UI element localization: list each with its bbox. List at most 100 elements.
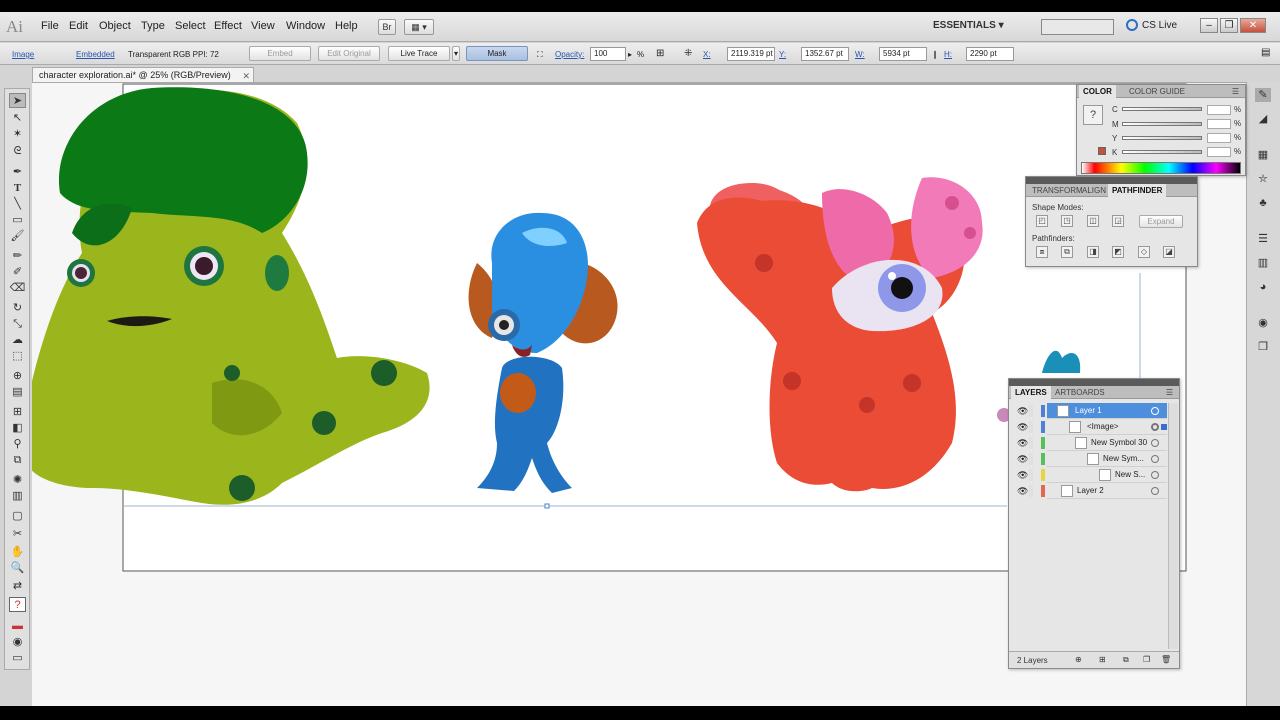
visibility-eye-icon[interactable]: 👁 [1017,438,1028,448]
type-tool-icon[interactable]: T [9,181,26,196]
lock-toggle[interactable] [1029,405,1033,417]
mesh-tool-icon[interactable]: ⊞ [9,405,26,420]
layer-row[interactable]: 👁 Layer 1 [1011,403,1167,419]
color-mode-icon[interactable]: ▬ [9,619,26,634]
tab-color[interactable]: COLOR [1079,85,1116,98]
gradient-tool-icon[interactable]: ◧ [9,421,26,436]
outline-icon[interactable]: ◇ [1138,246,1150,258]
minus-back-icon[interactable]: ◪ [1163,246,1175,258]
opacity-input[interactable]: 100 [590,47,626,61]
lasso-tool-icon[interactable]: ᘓ [9,144,26,159]
target-icon[interactable] [1151,407,1159,415]
visibility-eye-icon[interactable]: 👁 [1017,422,1028,432]
appearance-dock-icon[interactable]: ◉ [1255,316,1271,330]
opacity-label[interactable]: Opacity: [555,50,584,59]
brushes-dock-icon[interactable]: ⛥ [1255,172,1271,186]
minus-front-icon[interactable]: ◳ [1061,215,1073,227]
y-slider[interactable] [1122,136,1202,140]
pencil-tool-icon[interactable]: ✏ [9,249,26,264]
close-button[interactable]: ✕ [1240,18,1266,33]
menu-file[interactable]: File [41,20,59,32]
image-link[interactable]: Image [12,50,34,59]
intersect-icon[interactable]: ◫ [1087,215,1099,227]
visibility-eye-icon[interactable]: 👁 [1017,454,1028,464]
tab-layers[interactable]: LAYERS [1011,386,1051,399]
c-slider[interactable] [1122,107,1202,111]
rotate-tool-icon[interactable]: ↻ [9,301,26,316]
menu-help[interactable]: Help [335,20,358,32]
mask-button[interactable]: Mask [466,46,528,61]
cs-live-button[interactable]: CS Live [1142,20,1177,31]
c-input[interactable] [1207,105,1231,115]
tab-artboards[interactable]: ARTBOARDS [1051,386,1109,399]
edit-original-button[interactable]: Edit Original [318,46,380,61]
y-input-color[interactable] [1207,133,1231,143]
w-input[interactable]: 5934 pt [879,47,927,61]
embed-button[interactable]: Embed [249,46,311,61]
trim-icon[interactable]: ⧉ [1061,246,1073,258]
paintbrush-tool-icon[interactable]: 🖌 [9,229,26,244]
divide-icon[interactable]: ⧈ [1036,246,1048,258]
expand-button[interactable]: Expand [1139,215,1183,228]
shape-builder-tool-icon[interactable]: ⊕ [9,369,26,384]
lock-toggle[interactable] [1029,485,1033,497]
unite-icon[interactable]: ◰ [1036,215,1048,227]
slice-tool-icon[interactable]: ✂ [9,527,26,542]
crop-icon[interactable]: ◩ [1112,246,1124,258]
eyedropper-tool-icon[interactable]: ⚲ [9,437,26,452]
stroke-dock-icon[interactable]: ☰ [1255,232,1271,246]
layer-row[interactable]: 👁 <Image> [1011,419,1167,435]
pathfinder-titlebar[interactable] [1026,177,1197,184]
live-trace-button[interactable]: Live Trace [388,46,450,61]
visibility-eye-icon[interactable]: 👁 [1017,470,1028,480]
make-clipping-mask-icon[interactable]: ⊞ [1099,655,1106,664]
panel-menu-icon[interactable]: ▤ [1261,47,1270,58]
gradient-dock-icon[interactable]: ▥ [1255,256,1271,270]
selection-tool-icon[interactable]: ➤ [9,93,26,108]
screen-mode-icon[interactable]: ▭ [9,651,26,666]
tab-align[interactable]: ALIGN [1078,184,1110,197]
column-graph-tool-icon[interactable]: ▥ [9,489,26,504]
live-trace-options-button[interactable]: ▾ [452,46,460,61]
symbols-dock-icon[interactable]: ♣ [1255,196,1271,210]
y-input[interactable]: 1352.67 pt [801,47,849,61]
rectangle-tool-icon[interactable]: ▭ [9,213,26,228]
m-slider[interactable] [1122,122,1202,126]
lock-toggle[interactable] [1029,453,1033,465]
merge-icon[interactable]: ◨ [1087,246,1099,258]
magic-wand-tool-icon[interactable]: ✶ [9,127,26,142]
target-icon[interactable] [1151,471,1159,479]
drawing-mode-icon[interactable]: ◉ [9,635,26,650]
bridge-button[interactable]: Br [378,19,396,35]
menu-type[interactable]: Type [141,20,165,32]
layers-panel-menu-icon[interactable]: ☰ [1162,386,1177,399]
x-input[interactable]: 2119.319 pt [727,47,775,61]
tab-pathfinder[interactable]: PATHFINDER [1108,184,1167,197]
layer-row[interactable]: 👁 Layer 2 [1011,483,1167,499]
layer-row[interactable]: 👁 New Sym... [1011,451,1167,467]
last-color-swatch[interactable] [1098,147,1106,155]
visibility-eye-icon[interactable]: 👁 [1017,406,1028,416]
swap-fill-stroke-icon[interactable]: ⇄ [9,579,26,594]
search-help-input[interactable] [1041,19,1114,35]
pen-tool-icon[interactable]: ✒ [9,165,26,180]
free-transform-tool-icon[interactable]: ⬚ [9,349,26,364]
h-input[interactable]: 2290 pt [966,47,1014,61]
fill-stroke-none-icon[interactable]: ? [9,597,26,612]
locate-object-icon[interactable]: ⊕ [1075,655,1082,664]
menu-window[interactable]: Window [286,20,325,32]
target-icon[interactable] [1151,423,1159,431]
layers-titlebar[interactable] [1009,379,1179,386]
align-icon[interactable]: ⊞ [656,48,664,59]
symbol-sprayer-tool-icon[interactable]: ✺ [9,473,26,488]
arrange-documents-button[interactable]: ▦ ▾ [404,19,434,35]
m-input[interactable] [1207,119,1231,129]
close-tab-icon[interactable]: ✕ [242,69,250,83]
delete-layer-icon[interactable]: 🗑 [1161,655,1171,664]
scale-tool-icon[interactable]: ⤡ [9,317,26,332]
perspective-grid-tool-icon[interactable]: ▤ [9,385,26,400]
brush-dock-icon[interactable]: ✎ [1255,88,1271,102]
visibility-eye-icon[interactable]: 👁 [1017,486,1028,496]
menu-view[interactable]: View [251,20,275,32]
minimize-button[interactable]: – [1200,18,1218,33]
